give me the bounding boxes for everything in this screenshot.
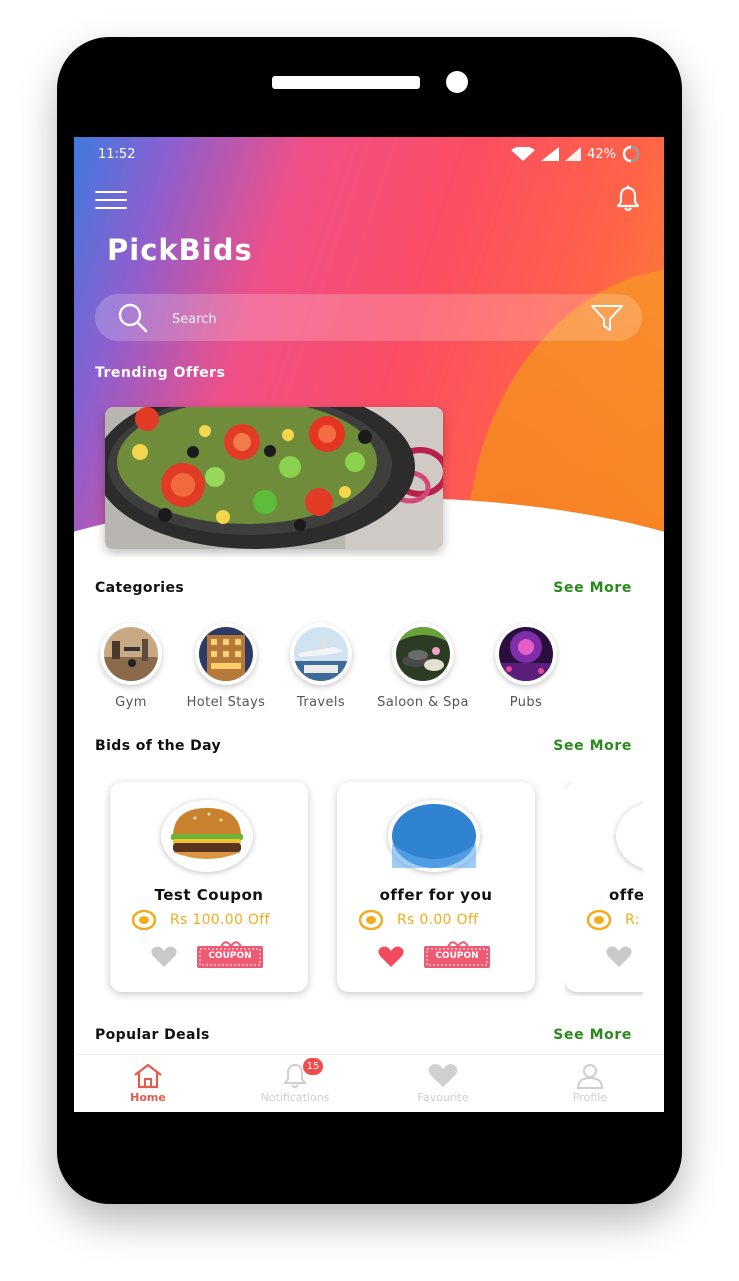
- heart-icon[interactable]: [605, 946, 633, 968]
- gym-image: [104, 627, 158, 681]
- heart-icon[interactable]: [377, 946, 405, 968]
- status-bar: 11:52 42%: [74, 137, 664, 173]
- categories-see-more-link[interactable]: See More: [553, 580, 632, 596]
- signal-icon-2: [565, 147, 582, 161]
- nav-label: Home: [130, 1091, 166, 1104]
- hotel-image: [199, 627, 253, 681]
- wifi-icon: [511, 147, 536, 161]
- bottom-navigation: Home 15 Notifications Favourite Profile: [74, 1054, 664, 1112]
- nav-label: Favourite: [417, 1091, 469, 1104]
- bid-card[interactable]: Test Coupon Rs 100.00 Off COUPON: [110, 782, 308, 992]
- popular-title: Popular Deals: [95, 1027, 210, 1043]
- category-label: Saloon & Spa: [377, 695, 469, 710]
- coupon-badge[interactable]: COUPON: [195, 940, 265, 970]
- filter-icon[interactable]: [590, 304, 624, 332]
- home-icon: [134, 1063, 162, 1089]
- menu-icon[interactable]: [95, 191, 127, 211]
- bids-title: Bids of the Day: [95, 738, 222, 754]
- nav-favourite[interactable]: Favourite: [383, 1061, 503, 1104]
- category-travels[interactable]: Travels: [271, 623, 371, 710]
- search-bar[interactable]: [95, 294, 642, 341]
- bid-price: Rs 0.00 Off: [397, 912, 479, 928]
- nav-label: Profile: [572, 1091, 608, 1104]
- bid-title: offer for you: [379, 886, 493, 904]
- pub-image: [499, 627, 553, 681]
- airplane-image: [294, 627, 348, 681]
- trending-offers-title: Trending Offers: [95, 365, 226, 381]
- category-label: Travels: [296, 695, 346, 710]
- salad-image: [105, 407, 443, 549]
- blue-placeholder-image: [392, 804, 476, 868]
- coin-icon: [132, 910, 156, 930]
- battery-percentage: 42%: [587, 146, 616, 162]
- coupon-label: COUPON: [208, 951, 252, 961]
- categories-header: Categories See More: [95, 580, 642, 604]
- bid-card[interactable]: offer for you Rs 0.00 Off COUPON: [337, 782, 535, 992]
- category-hotel-stays[interactable]: Hotel Stays: [176, 623, 276, 710]
- coupon-badge[interactable]: COUPON: [422, 940, 492, 970]
- heart-icon: [428, 1064, 458, 1088]
- search-icon[interactable]: [117, 303, 149, 333]
- nav-profile[interactable]: Profile: [530, 1061, 650, 1104]
- bid-card[interactable]: offe R:: [565, 782, 643, 992]
- phone-camera: [446, 71, 468, 93]
- bid-price: R:: [625, 912, 640, 928]
- heart-icon[interactable]: [150, 946, 178, 968]
- bids-see-more-link[interactable]: See More: [553, 738, 632, 754]
- nav-label: Notifications: [260, 1091, 330, 1104]
- spa-image: [396, 627, 450, 681]
- partial-card-image: [620, 807, 643, 865]
- bid-card-partial-clip: offe R:: [565, 782, 643, 996]
- nav-notifications[interactable]: 15 Notifications: [235, 1058, 355, 1104]
- coupon-label: COUPON: [435, 951, 479, 961]
- category-gym[interactable]: Gym: [81, 623, 181, 710]
- categories-title: Categories: [95, 580, 185, 596]
- signal-icon: [541, 147, 560, 161]
- search-input[interactable]: [170, 308, 554, 330]
- phone-frame: 11:52 42% PickBids Search Trending Offer…: [57, 37, 682, 1204]
- popular-see-more-link[interactable]: See More: [553, 1027, 632, 1043]
- bid-title: offe: [609, 886, 643, 904]
- phone-speaker: [272, 76, 420, 89]
- nav-home[interactable]: Home: [88, 1061, 208, 1104]
- app-screen: 11:52 42% PickBids Search Trending Offer…: [74, 137, 664, 1112]
- category-label: Pubs: [509, 695, 543, 710]
- user-icon: [576, 1064, 604, 1089]
- category-pubs[interactable]: Pubs: [476, 623, 576, 710]
- app-title: PickBids: [107, 233, 253, 267]
- category-label: Hotel Stays: [186, 695, 266, 710]
- notification-badge: 15: [303, 1058, 323, 1075]
- bids-header: Bids of the Day See More: [95, 738, 642, 762]
- bid-title: Test Coupon: [154, 886, 264, 904]
- popular-header: Popular Deals See More: [95, 1027, 642, 1051]
- coin-icon: [587, 910, 611, 930]
- category-label: Gym: [115, 695, 147, 710]
- battery-icon: [622, 145, 640, 163]
- trending-offer-card[interactable]: [105, 407, 443, 549]
- bell-icon[interactable]: [615, 185, 641, 213]
- burger-image: [171, 808, 243, 859]
- category-saloon-spa[interactable]: Saloon & Spa: [373, 623, 473, 710]
- coin-icon: [359, 910, 383, 930]
- status-time: 11:52: [98, 147, 136, 162]
- bid-price: Rs 100.00 Off: [170, 912, 270, 928]
- hero-header: 11:52 42% PickBids Search Trending Offer…: [74, 137, 664, 557]
